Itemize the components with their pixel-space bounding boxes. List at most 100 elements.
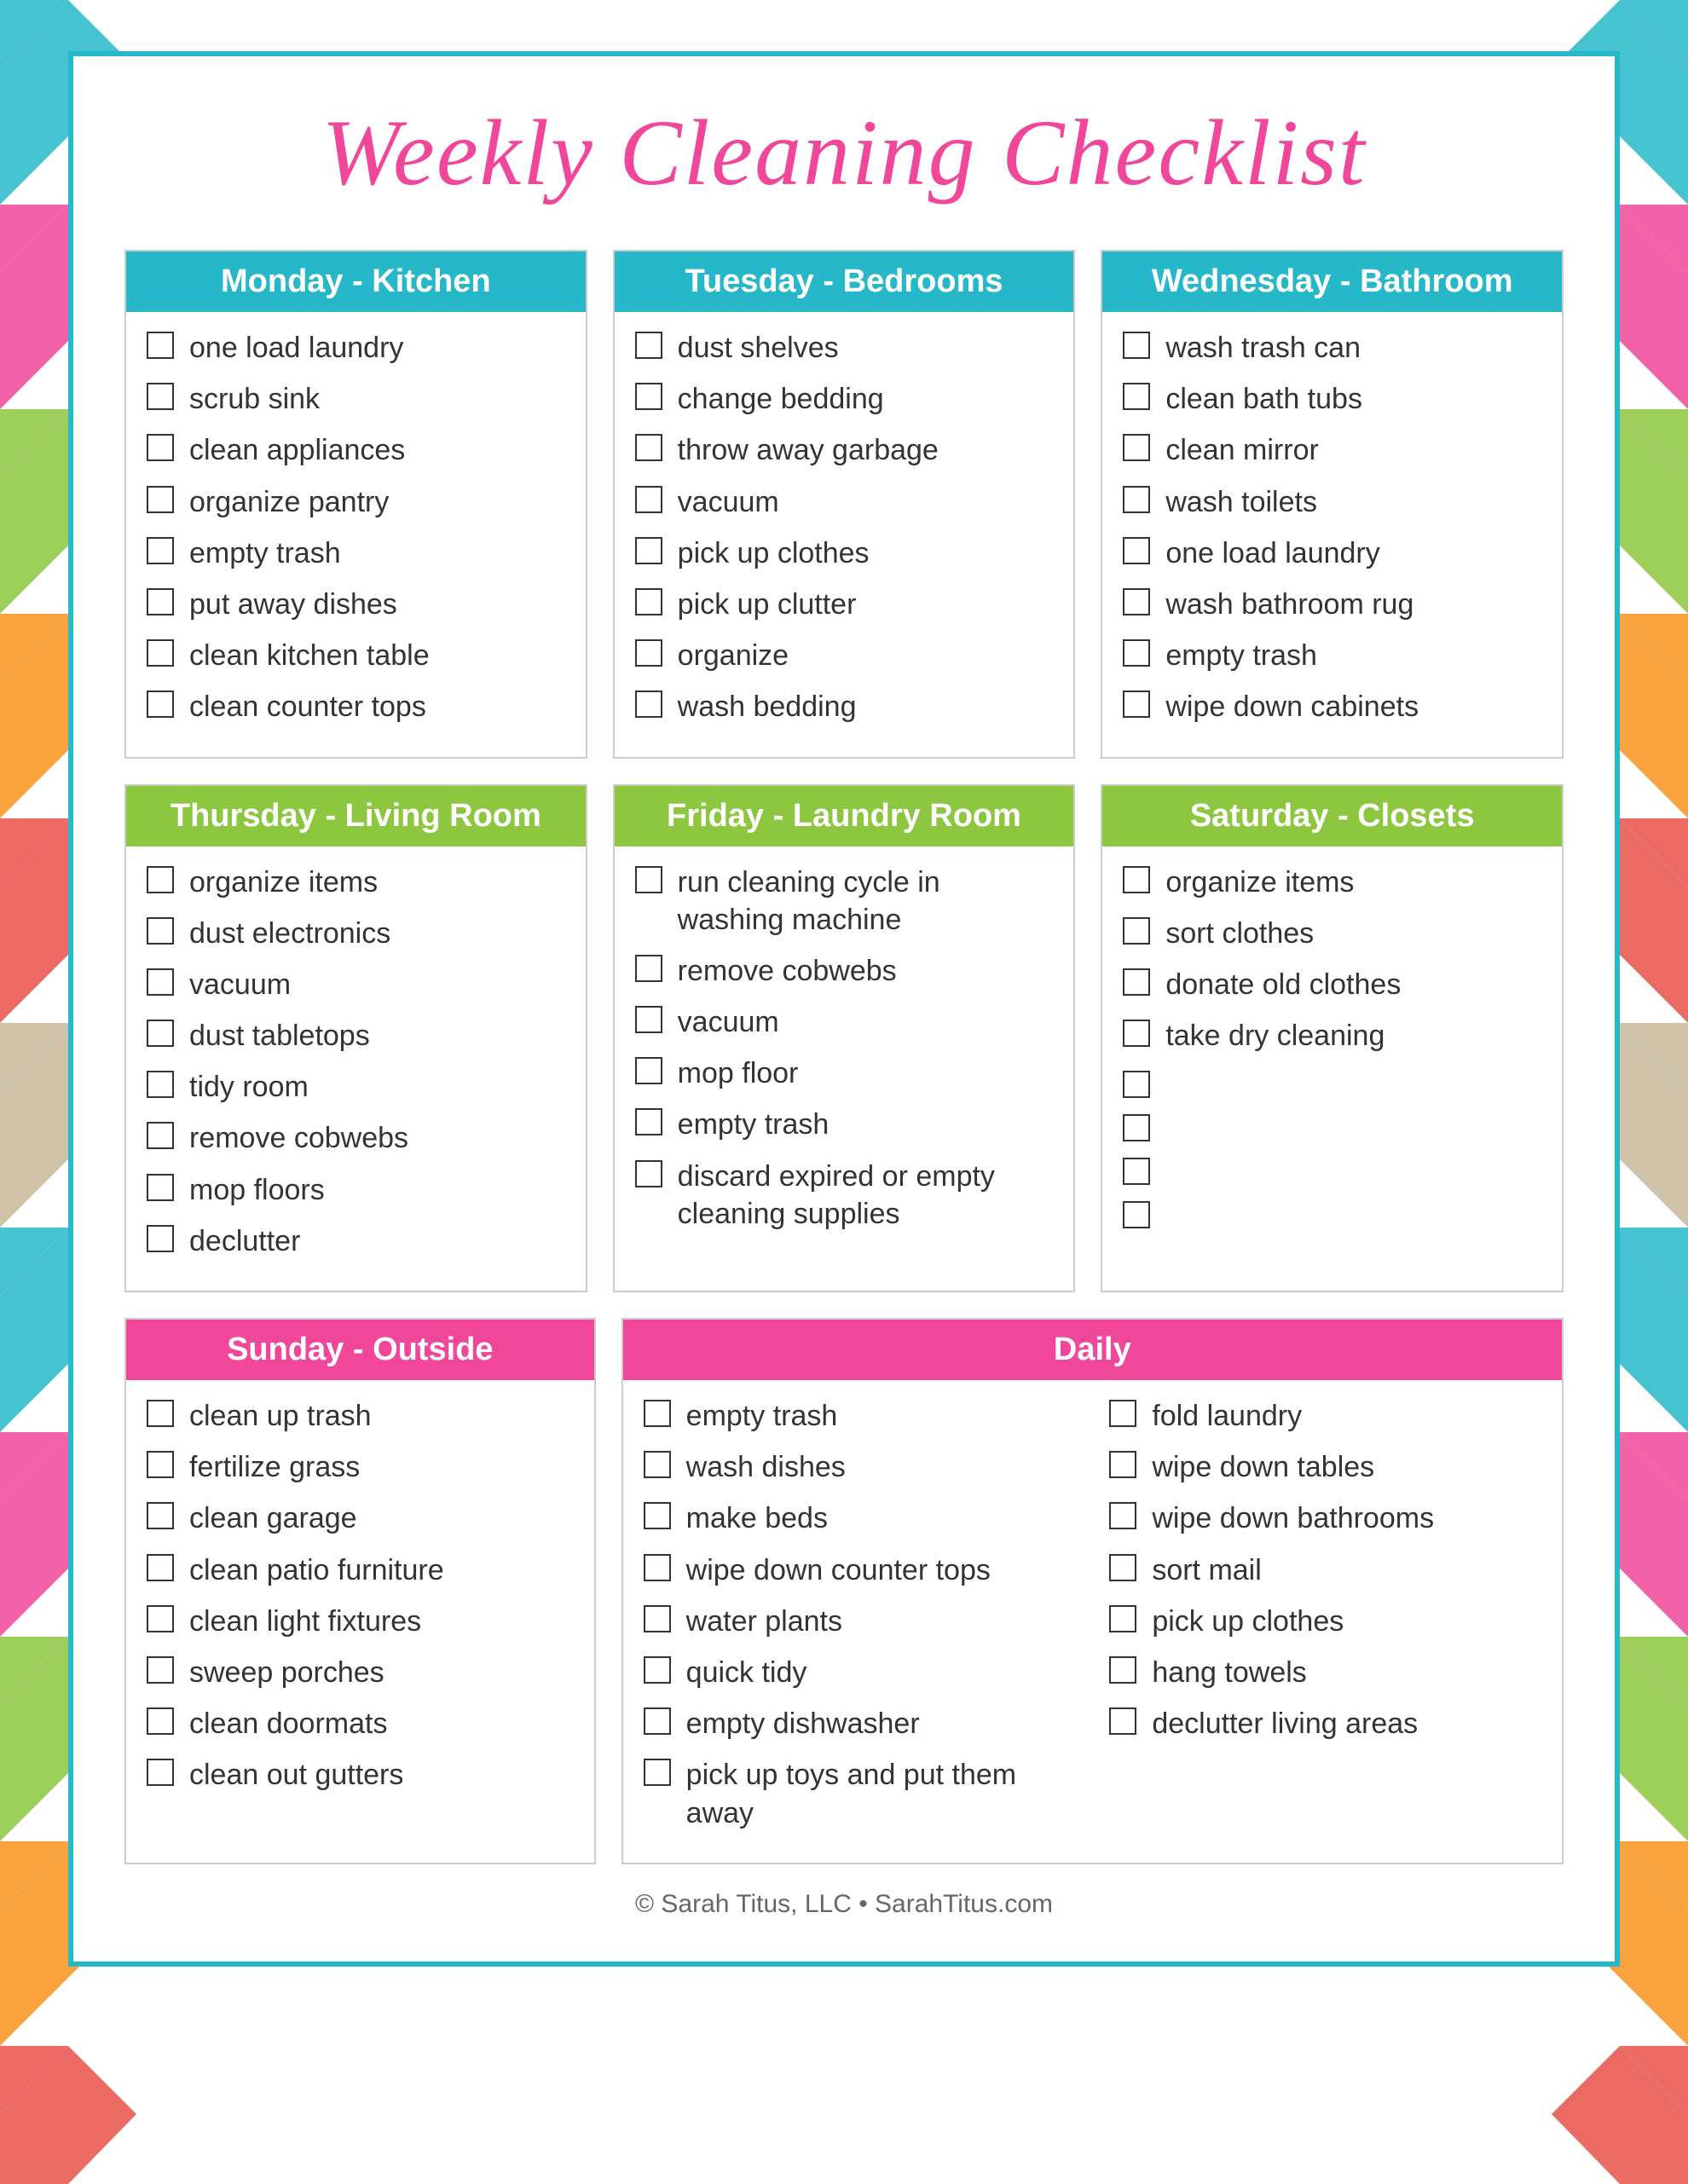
checkbox[interactable] (1109, 1656, 1136, 1684)
list-item[interactable]: scrub sink (147, 380, 565, 418)
list-item[interactable]: make beds (644, 1499, 1076, 1537)
checkbox[interactable] (147, 690, 174, 718)
checkbox[interactable] (635, 486, 662, 513)
list-item[interactable]: wash bathroom rug (1123, 586, 1541, 623)
checkbox[interactable] (147, 1122, 174, 1149)
checkbox[interactable] (644, 1451, 671, 1478)
list-item[interactable]: fertilize grass (147, 1448, 574, 1486)
list-item[interactable]: pick up clothes (635, 534, 1054, 572)
checkbox[interactable] (635, 588, 662, 615)
list-item[interactable]: remove cobwebs (635, 952, 1054, 990)
list-item[interactable]: organize pantry (147, 483, 565, 521)
list-item[interactable]: declutter living areas (1109, 1705, 1541, 1742)
checkbox[interactable] (635, 866, 662, 893)
checkbox[interactable] (635, 383, 662, 410)
list-item[interactable]: vacuum (147, 966, 565, 1003)
checkbox[interactable] (644, 1400, 671, 1427)
checkbox[interactable] (644, 1759, 671, 1786)
list-item[interactable]: tidy room (147, 1068, 565, 1106)
checkbox[interactable] (1123, 1071, 1150, 1098)
list-item[interactable]: run cleaning cycle in washing machine (635, 864, 1054, 939)
checkbox[interactable] (147, 332, 174, 359)
list-item[interactable]: clean kitchen table (147, 637, 565, 674)
checkbox[interactable] (1109, 1554, 1136, 1581)
checkbox[interactable] (147, 1759, 174, 1786)
checkbox[interactable] (635, 1057, 662, 1084)
checkbox[interactable] (147, 434, 174, 461)
checkbox[interactable] (147, 1174, 174, 1201)
checkbox[interactable] (1123, 1158, 1150, 1185)
checkbox[interactable] (147, 1020, 174, 1047)
checkbox[interactable] (147, 1071, 174, 1098)
checkbox[interactable] (1123, 1020, 1150, 1047)
list-item[interactable] (1123, 1068, 1541, 1098)
list-item[interactable]: clean up trash (147, 1397, 574, 1435)
checkbox[interactable] (1123, 639, 1150, 667)
checkbox[interactable] (644, 1502, 671, 1529)
checkbox[interactable] (147, 1225, 174, 1252)
list-item[interactable]: wash toilets (1123, 483, 1541, 521)
checkbox[interactable] (1123, 1114, 1150, 1141)
list-item[interactable]: wipe down bathrooms (1109, 1499, 1541, 1537)
list-item[interactable]: dust tabletops (147, 1017, 565, 1054)
list-item[interactable]: declutter (147, 1222, 565, 1260)
checkbox[interactable] (1123, 866, 1150, 893)
checkbox[interactable] (147, 486, 174, 513)
checkbox[interactable] (147, 1451, 174, 1478)
list-item[interactable]: wipe down tables (1109, 1448, 1541, 1486)
list-item[interactable]: change bedding (635, 380, 1054, 418)
list-item[interactable]: fold laundry (1109, 1397, 1541, 1435)
checkbox[interactable] (1123, 434, 1150, 461)
list-item[interactable]: throw away garbage (635, 431, 1054, 469)
list-item[interactable]: clean mirror (1123, 431, 1541, 469)
checkbox[interactable] (635, 690, 662, 718)
checkbox[interactable] (1123, 537, 1150, 564)
list-item[interactable]: one load laundry (1123, 534, 1541, 572)
list-item[interactable]: clean appliances (147, 431, 565, 469)
list-item[interactable]: put away dishes (147, 586, 565, 623)
list-item[interactable]: mop floors (147, 1171, 565, 1209)
list-item[interactable]: dust shelves (635, 329, 1054, 367)
list-item[interactable]: discard expired or empty cleaning suppli… (635, 1158, 1054, 1233)
checkbox[interactable] (1123, 917, 1150, 945)
checkbox[interactable] (1123, 383, 1150, 410)
list-item[interactable]: donate old clothes (1123, 966, 1541, 1003)
checkbox[interactable] (147, 1502, 174, 1529)
checkbox[interactable] (635, 1108, 662, 1135)
list-item[interactable] (1123, 1199, 1541, 1228)
list-item[interactable]: vacuum (635, 1003, 1054, 1041)
list-item[interactable] (1123, 1112, 1541, 1141)
checkbox[interactable] (635, 434, 662, 461)
list-item[interactable]: pick up clutter (635, 586, 1054, 623)
list-item[interactable]: wash dishes (644, 1448, 1076, 1486)
list-item[interactable]: water plants (644, 1603, 1076, 1640)
list-item[interactable]: organize items (147, 864, 565, 901)
list-item[interactable]: sort clothes (1123, 915, 1541, 952)
list-item[interactable]: one load laundry (147, 329, 565, 367)
checkbox[interactable] (644, 1554, 671, 1581)
checkbox[interactable] (644, 1605, 671, 1632)
checkbox[interactable] (147, 537, 174, 564)
list-item[interactable]: empty trash (635, 1106, 1054, 1143)
checkbox[interactable] (147, 917, 174, 945)
checkbox[interactable] (1109, 1605, 1136, 1632)
list-item[interactable]: mop floor (635, 1054, 1054, 1092)
checkbox[interactable] (1109, 1707, 1136, 1735)
list-item[interactable]: clean out gutters (147, 1756, 574, 1794)
checkbox[interactable] (147, 968, 174, 996)
checkbox[interactable] (635, 537, 662, 564)
list-item[interactable]: hang towels (1109, 1654, 1541, 1691)
checkbox[interactable] (147, 1400, 174, 1427)
list-item[interactable]: dust electronics (147, 915, 565, 952)
list-item[interactable]: organize (635, 637, 1054, 674)
list-item[interactable]: clean patio furniture (147, 1551, 574, 1589)
checkbox[interactable] (147, 383, 174, 410)
checkbox[interactable] (147, 1707, 174, 1735)
list-item[interactable]: clean bath tubs (1123, 380, 1541, 418)
list-item[interactable]: wash trash can (1123, 329, 1541, 367)
checkbox[interactable] (1123, 690, 1150, 718)
list-item[interactable]: vacuum (635, 483, 1054, 521)
list-item[interactable]: clean light fixtures (147, 1603, 574, 1640)
checkbox[interactable] (147, 1554, 174, 1581)
checkbox[interactable] (635, 1160, 662, 1187)
